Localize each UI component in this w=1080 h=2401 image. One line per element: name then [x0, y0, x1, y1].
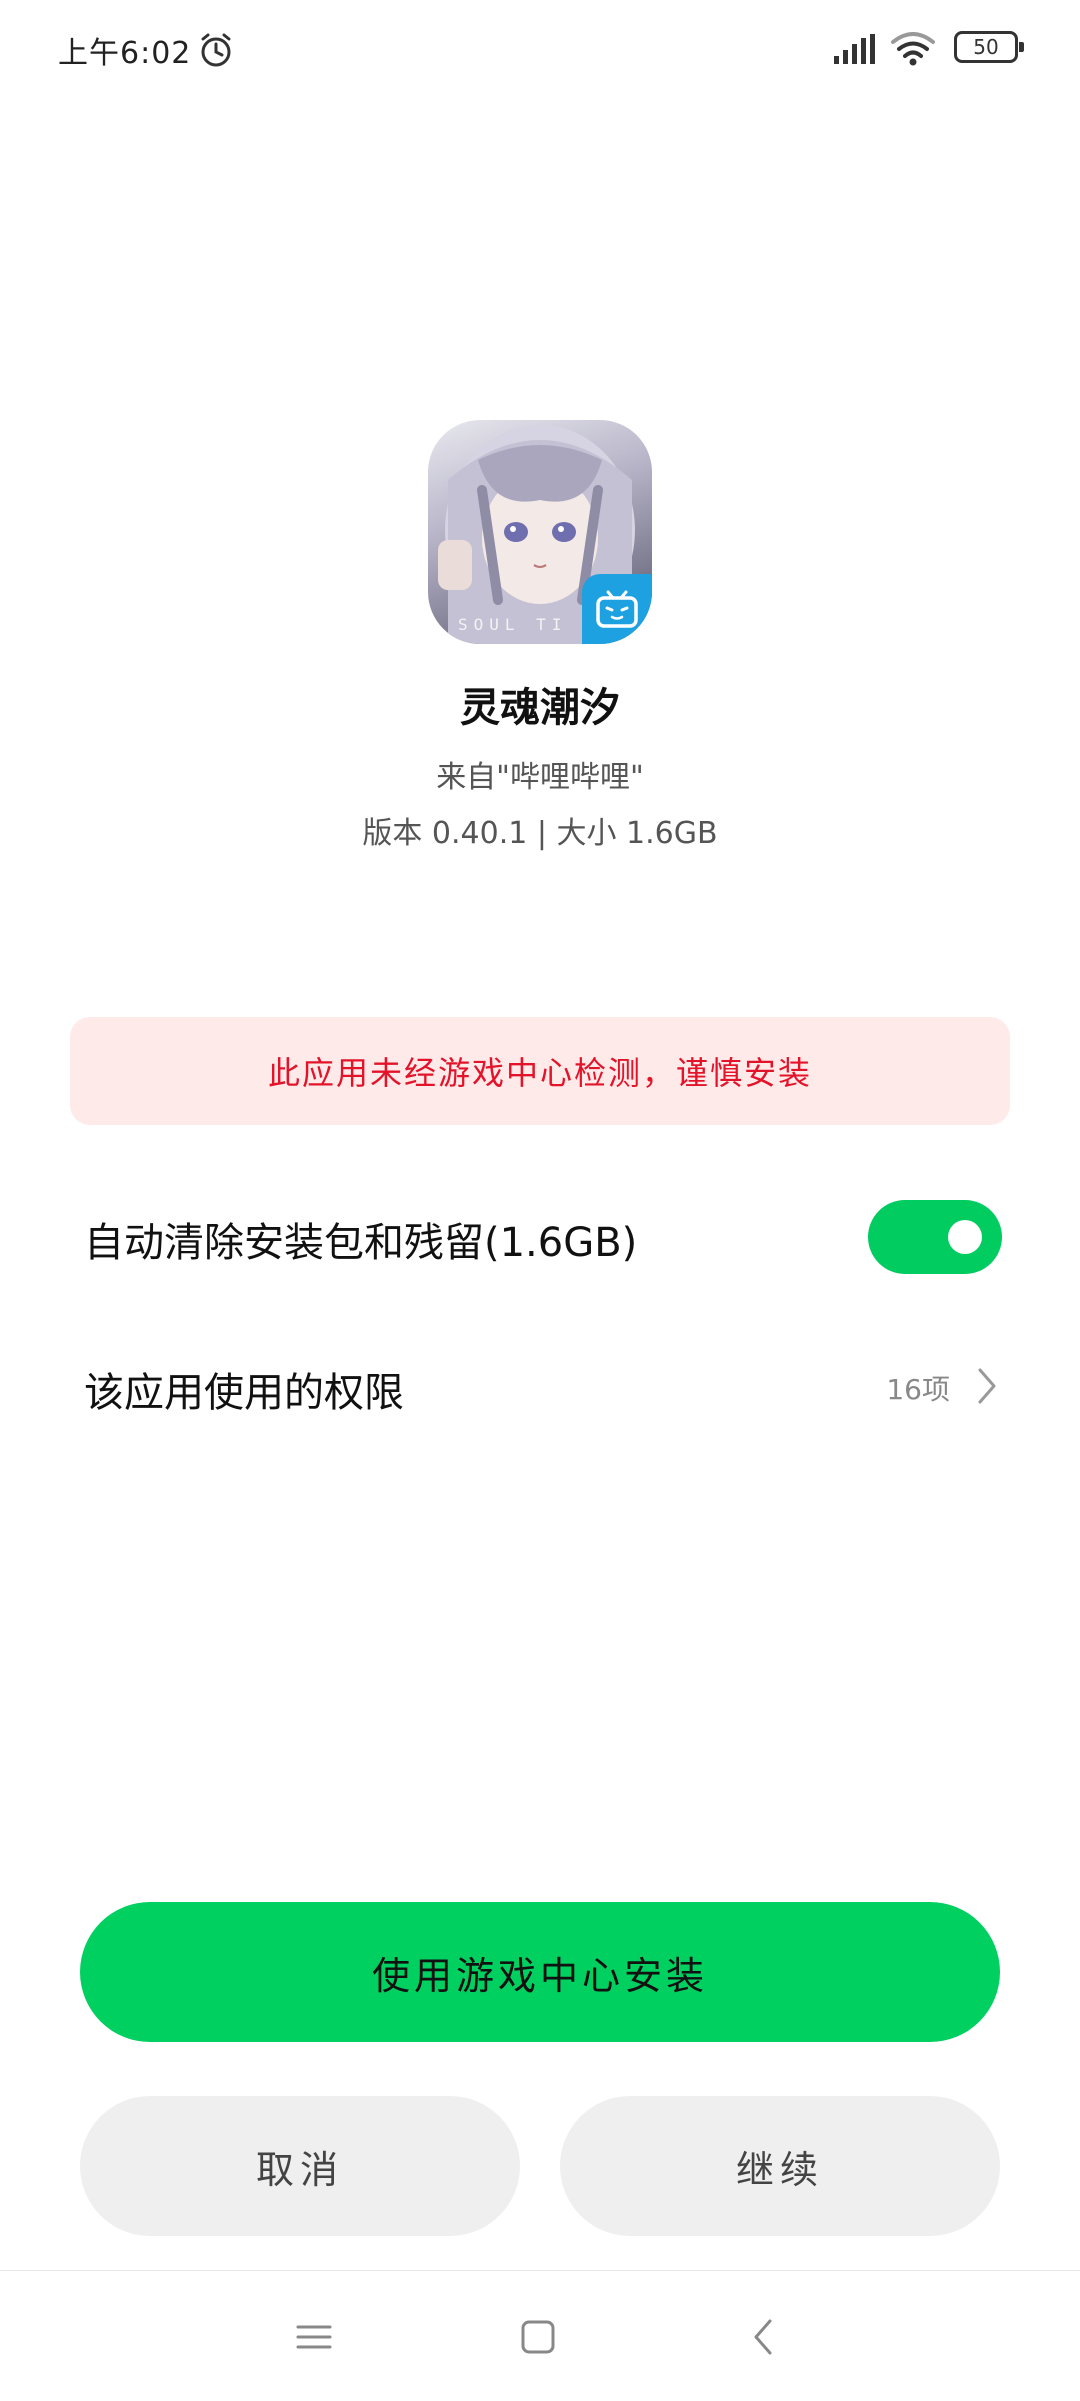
menu-icon[interactable]: [292, 2315, 336, 2359]
home-icon[interactable]: [516, 2315, 560, 2359]
warning-banner: 此应用未经游戏中心检测，谨慎安装: [70, 1017, 1010, 1125]
app-name: 灵魂潮汐: [460, 685, 620, 731]
permissions-row[interactable]: 该应用使用的权限 16项: [84, 1348, 1002, 1428]
wifi-icon: [891, 32, 935, 66]
battery-icon: 50: [954, 31, 1024, 63]
permissions-count: 16项: [886, 1373, 950, 1406]
alarm-icon: [201, 33, 231, 67]
auto-clean-label: 自动清除安装包和残留(1.6GB): [84, 1220, 638, 1266]
app-icon: SOUL TI: [428, 420, 652, 644]
permissions-label: 该应用使用的权限: [84, 1370, 404, 1416]
app-icon-brand: SOUL TI: [458, 615, 568, 634]
status-time: 上午6:02: [58, 36, 192, 71]
install-with-game-center-button[interactable]: 使用游戏中心安装: [80, 1902, 1000, 2042]
toggle-knob: [948, 1220, 982, 1254]
app-version: 版本 0.40.1 | 大小 1.6GB: [362, 816, 718, 851]
cancel-button[interactable]: 取消: [80, 2096, 520, 2236]
back-icon[interactable]: [742, 2315, 786, 2359]
app-source: 来自"哔哩哔哩": [436, 760, 644, 795]
navigation-bar: [0, 2270, 1080, 2401]
chevron-right-icon: [978, 1368, 996, 1404]
auto-clean-row: 自动清除安装包和残留(1.6GB): [84, 1200, 1002, 1276]
warning-text: 此应用未经游戏中心检测，谨慎安装: [267, 1054, 812, 1092]
status-bar: 上午6:02 50: [0, 0, 1080, 96]
continue-button[interactable]: 继续: [560, 2096, 1000, 2236]
battery-level: 50: [973, 35, 999, 59]
bilibili-icon: [582, 574, 652, 644]
auto-clean-toggle[interactable]: [868, 1200, 1002, 1274]
signal-icon: [834, 34, 875, 64]
